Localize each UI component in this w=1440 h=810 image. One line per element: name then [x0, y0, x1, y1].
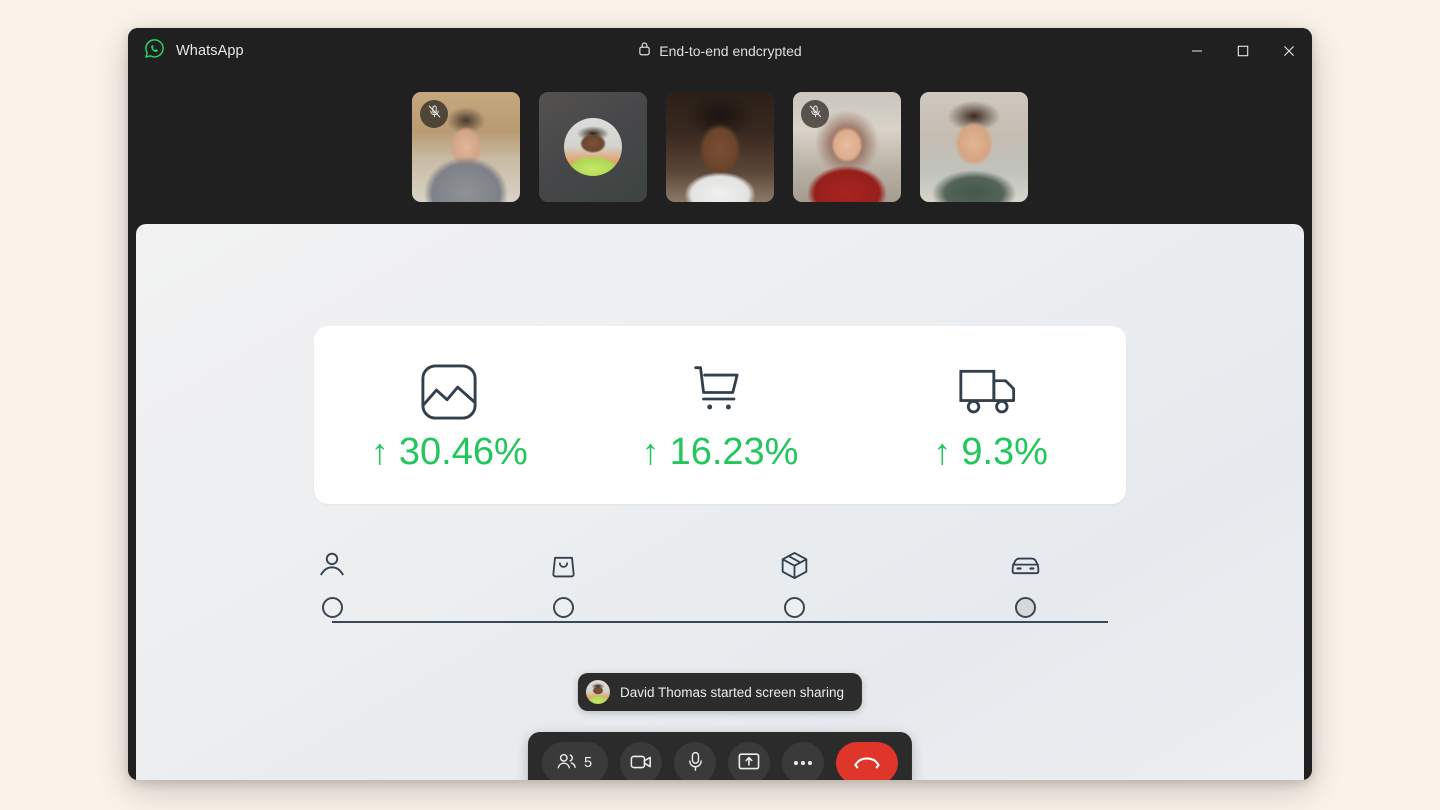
encryption-label: End-to-end endcrypted — [659, 43, 802, 59]
stat-item: ↑ 9.3% — [855, 359, 1126, 471]
microphone-icon — [687, 751, 704, 775]
encryption-status: End-to-end endcrypted — [128, 28, 1312, 74]
participant-tile[interactable] — [793, 91, 901, 202]
avatar — [564, 117, 622, 176]
stat-value: ↑ 9.3% — [933, 433, 1048, 471]
participant-tile[interactable] — [412, 91, 520, 202]
camera-button[interactable] — [620, 742, 663, 780]
trend-up-arrow-icon: ↑ — [370, 431, 389, 472]
screen-share-notification: David Thomas started screen sharing — [577, 673, 863, 711]
app-brand: WhatsApp — [128, 38, 244, 64]
share-screen-icon — [738, 752, 760, 774]
close-button[interactable] — [1266, 28, 1312, 74]
whatsapp-call-window: WhatsApp End-to-end endcrypted ↑ 30.46% … — [128, 28, 1312, 780]
stat-value: ↑ 16.23% — [642, 433, 799, 471]
share-screen-button[interactable] — [728, 742, 771, 780]
stat-value: ↑ 30.46% — [371, 433, 528, 471]
app-name-label: WhatsApp — [176, 43, 244, 59]
timeline-step-package[interactable] — [766, 542, 822, 618]
notification-text: David Thomas started screen sharing — [619, 684, 845, 700]
end-call-icon — [853, 753, 881, 774]
mic-off-icon — [427, 104, 442, 124]
notification-avatar — [585, 680, 610, 704]
timeline-dot — [783, 597, 805, 618]
timeline-track — [332, 621, 1108, 623]
microphone-button[interactable] — [674, 742, 717, 780]
stat-percent: 30.46% — [398, 431, 528, 473]
shopping-cart-icon — [691, 359, 749, 421]
mic-off-icon — [808, 104, 823, 124]
delivery-truck-icon — [958, 359, 1024, 421]
timeline-step-delivery[interactable] — [997, 542, 1053, 618]
package-box-icon — [779, 542, 810, 588]
order-progress-timeline — [314, 542, 1126, 632]
stats-card: ↑ 30.46% ↑ 16.23% ↑ 9.3% — [314, 326, 1126, 504]
person-icon — [317, 542, 347, 588]
trend-up-arrow-icon: ↑ — [933, 431, 952, 472]
end-call-button[interactable] — [836, 742, 899, 780]
maximize-button[interactable] — [1220, 28, 1266, 74]
participants-count: 5 — [583, 755, 593, 771]
chart-image-icon — [420, 359, 478, 421]
mic-off-badge — [420, 99, 448, 128]
lock-icon — [638, 41, 651, 61]
whatsapp-logo-icon — [144, 38, 165, 64]
participant-tile[interactable] — [539, 91, 647, 202]
stat-item: ↑ 16.23% — [585, 359, 856, 471]
window-controls — [1174, 28, 1312, 74]
mic-off-badge — [801, 99, 829, 128]
more-options-button[interactable] — [782, 742, 825, 780]
stat-percent: 16.23% — [669, 431, 799, 473]
minimize-button[interactable] — [1174, 28, 1220, 74]
video-camera-icon — [630, 753, 653, 774]
shared-screen-content: ↑ 30.46% ↑ 16.23% ↑ 9.3% David Thomas st… — [136, 224, 1304, 780]
participant-video — [666, 91, 774, 202]
more-options-icon — [794, 761, 812, 765]
timeline-step-customer[interactable] — [304, 542, 360, 618]
trend-up-arrow-icon: ↑ — [641, 431, 660, 472]
participant-tile[interactable] — [666, 91, 774, 202]
title-bar: WhatsApp End-to-end endcrypted — [128, 28, 1312, 74]
timeline-step-order[interactable] — [535, 542, 591, 618]
participant-video — [920, 91, 1028, 202]
timeline-dot — [321, 597, 343, 618]
stat-percent: 9.3% — [961, 431, 1048, 473]
participant-tile[interactable] — [920, 91, 1028, 202]
call-control-bar: 5 — [527, 732, 913, 780]
shopping-bag-icon — [549, 542, 578, 588]
participants-button[interactable]: 5 — [541, 742, 609, 780]
stat-item: ↑ 30.46% — [314, 359, 585, 471]
people-icon — [556, 752, 577, 774]
participants-strip — [128, 74, 1312, 219]
timeline-dot — [552, 597, 574, 618]
timeline-dot — [1014, 597, 1036, 618]
car-icon — [1009, 542, 1042, 588]
